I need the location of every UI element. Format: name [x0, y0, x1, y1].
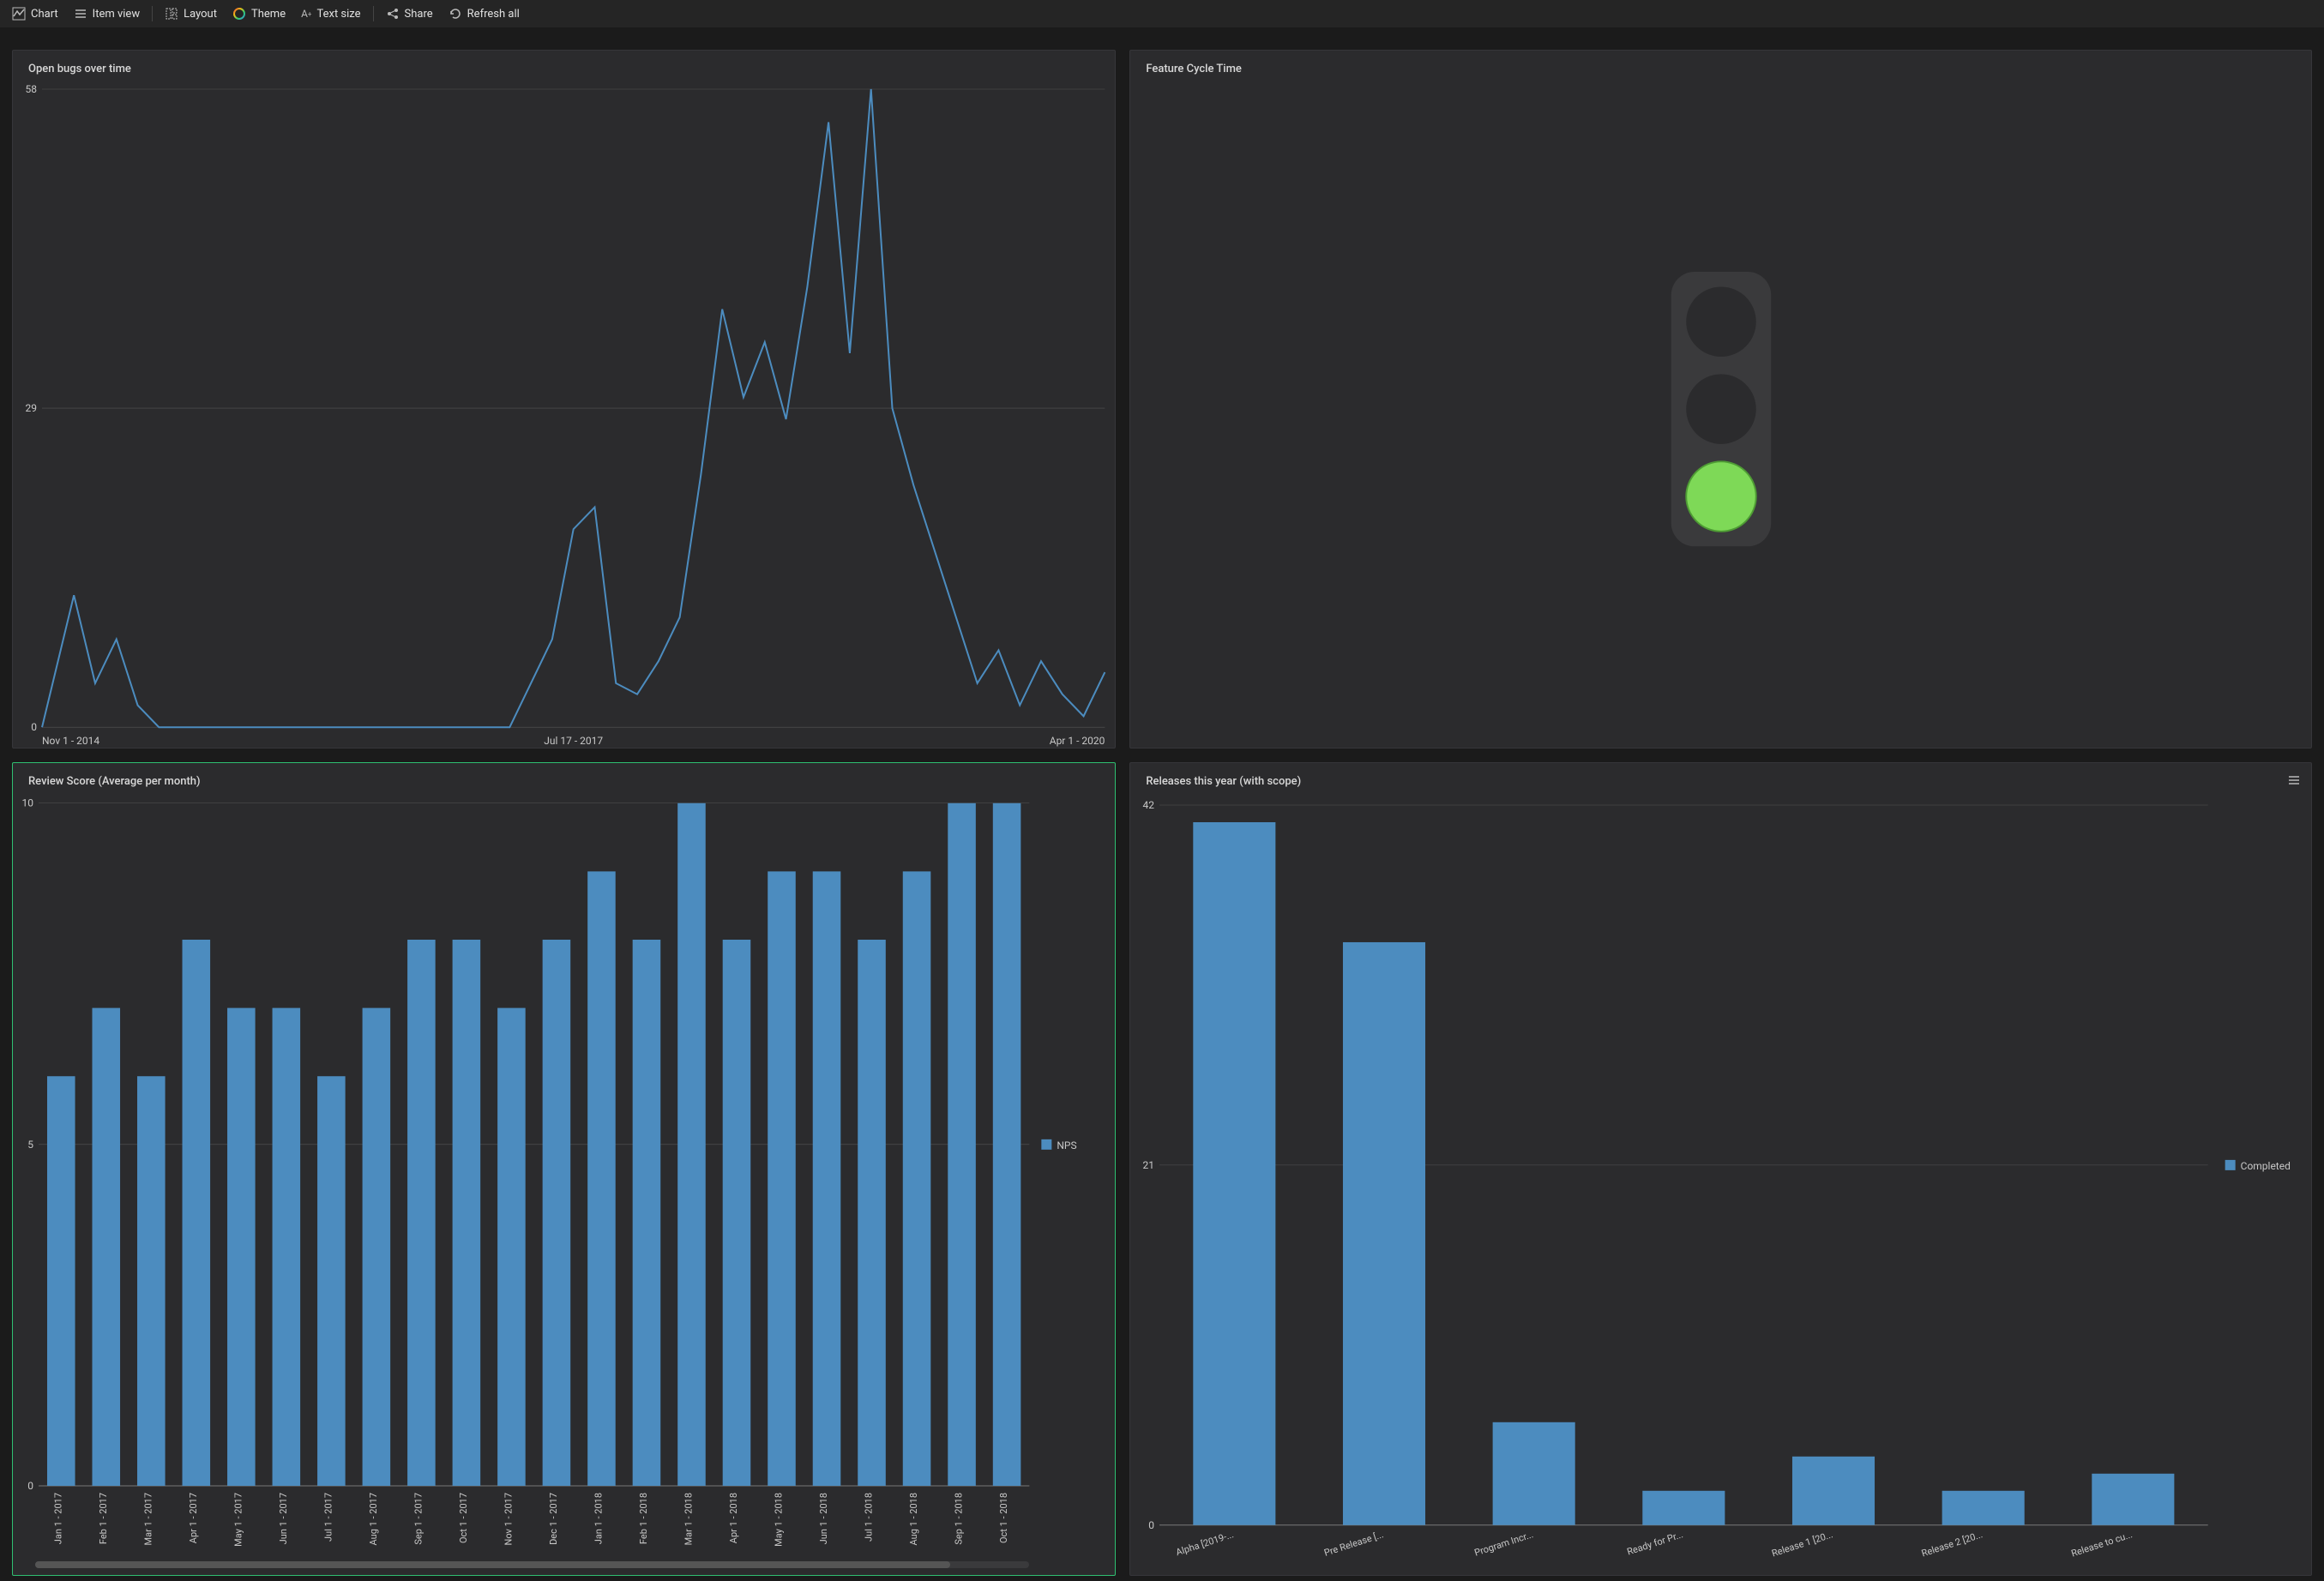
svg-text:Release to cu...: Release to cu... — [2070, 1529, 2134, 1559]
svg-text:Dec 1 - 2017: Dec 1 - 2017 — [548, 1493, 559, 1545]
svg-text:0: 0 — [27, 1480, 33, 1492]
share-icon — [386, 7, 400, 21]
theme-button[interactable]: Theme — [226, 4, 292, 23]
svg-text:Jul 1 - 2017: Jul 1 - 2017 — [322, 1493, 334, 1542]
svg-text:Alpha [2019-...: Alpha [2019-... — [1175, 1529, 1236, 1558]
item-view-button[interactable]: Item view — [67, 4, 147, 23]
svg-text:May 1 - 2018: May 1 - 2018 — [774, 1493, 785, 1547]
panel-body — [1130, 79, 2311, 748]
bar-chart: 0 21 42 Alpha [2019-... Pre Release [... Prog… — [1130, 791, 2311, 1575]
share-label: Share — [405, 8, 433, 21]
item-view-label: Item view — [93, 8, 140, 21]
svg-text:Jun 1 - 2017: Jun 1 - 2017 — [278, 1493, 289, 1544]
refresh-icon — [449, 7, 462, 21]
svg-text:58: 58 — [26, 83, 38, 95]
svg-text:May 1 - 2017: May 1 - 2017 — [232, 1493, 244, 1547]
svg-text:10: 10 — [22, 797, 34, 809]
list-icon — [74, 7, 87, 21]
refresh-all-label: Refresh all — [467, 8, 520, 21]
svg-text:29: 29 — [26, 402, 38, 414]
svg-text:Jan 1 - 2018: Jan 1 - 2018 — [593, 1493, 604, 1544]
svg-text:Pre Release [...: Pre Release [... — [1323, 1529, 1385, 1559]
panel-title: Feature Cycle Time — [1130, 51, 2311, 79]
svg-text:Sep 1 - 2018: Sep 1 - 2018 — [954, 1493, 965, 1545]
panel-feature-cycle[interactable]: Feature Cycle Time — [1129, 50, 2312, 748]
separator — [373, 6, 374, 21]
svg-text:Apr 1 - 2017: Apr 1 - 2017 — [188, 1493, 199, 1543]
svg-text:Jul 17 - 2017: Jul 17 - 2017 — [544, 735, 603, 747]
panel-review-score[interactable]: Review Score (Average per month) 0 5 10 Jan… — [12, 762, 1116, 1576]
text-size-icon: A+ — [301, 7, 311, 21]
layout-icon — [165, 7, 178, 21]
panel-body: 0 5 10 Jan 1 - 2017 Feb 1 - 2017 Mar 1 - 2017… — [13, 791, 1115, 1575]
panel-body: 0 21 42 Alpha [2019-... Pre Release [... Prog… — [1130, 791, 2311, 1575]
svg-text:Program Incr...: Program Incr... — [1473, 1529, 1535, 1558]
text-size-label: Text size — [316, 8, 360, 21]
svg-text:0: 0 — [1149, 1519, 1155, 1531]
svg-text:Jan 1 - 2017: Jan 1 - 2017 — [52, 1493, 63, 1544]
hamburger-icon — [2287, 773, 2301, 787]
horizontal-scrollbar[interactable] — [35, 1561, 1029, 1568]
svg-text:Jul 1 - 2018: Jul 1 - 2018 — [864, 1493, 875, 1542]
svg-text:Apr 1 - 2020: Apr 1 - 2020 — [1050, 735, 1105, 747]
svg-text:Release 2 [20...: Release 2 [20... — [1920, 1529, 1984, 1559]
line-chart: 0 29 58 Nov 1 - 2014 Jul 17 - 2017 Apr 1 - 20… — [13, 79, 1115, 751]
refresh-all-button[interactable]: Refresh all — [442, 4, 527, 23]
panel-title: Review Score (Average per month) — [13, 763, 1115, 791]
svg-text:Feb 1 - 2017: Feb 1 - 2017 — [98, 1493, 109, 1544]
theme-label: Theme — [251, 8, 286, 21]
scrollbar-thumb[interactable] — [35, 1561, 950, 1568]
text-size-button[interactable]: A+ Text size — [294, 4, 367, 23]
chart-label: Chart — [31, 8, 58, 21]
layout-button[interactable]: Layout — [158, 4, 224, 23]
panel-releases[interactable]: Releases this year (with scope) 0 21 42 Alp… — [1129, 762, 2312, 1576]
panel-title: Releases this year (with scope) — [1130, 763, 2311, 791]
separator — [152, 6, 153, 21]
svg-text:0: 0 — [31, 721, 37, 733]
svg-text:Sep 1 - 2017: Sep 1 - 2017 — [412, 1493, 424, 1545]
svg-text:Ready for Pr...: Ready for Pr... — [1626, 1529, 1685, 1557]
svg-text:21: 21 — [1143, 1159, 1154, 1171]
svg-text:Jun 1 - 2018: Jun 1 - 2018 — [818, 1493, 829, 1544]
panel-body: 0 29 58 Nov 1 - 2014 Jul 17 - 2017 Apr 1 - 20… — [13, 79, 1115, 751]
layout-label: Layout — [184, 8, 217, 21]
panel-open-bugs[interactable]: Open bugs over time 0 29 58 Nov 1 - 2014 Jul… — [12, 50, 1116, 748]
svg-text:Nov 1 - 2014: Nov 1 - 2014 — [42, 735, 99, 747]
svg-text:Oct 1 - 2017: Oct 1 - 2017 — [458, 1493, 469, 1543]
dashboard-grid: Open bugs over time 0 29 58 Nov 1 - 2014 Jul… — [12, 50, 2312, 1569]
traffic-light-icon — [1661, 272, 1781, 555]
svg-text:Nov 1 - 2017: Nov 1 - 2017 — [503, 1493, 514, 1546]
svg-text:42: 42 — [1143, 799, 1155, 811]
svg-text:Oct 1 - 2018: Oct 1 - 2018 — [998, 1493, 1009, 1543]
chart-icon — [12, 7, 26, 21]
svg-text:5: 5 — [27, 1139, 33, 1151]
theme-icon — [232, 7, 246, 21]
share-button[interactable]: Share — [379, 4, 440, 23]
svg-text:Mar 1 - 2018: Mar 1 - 2018 — [683, 1493, 694, 1545]
toolbar: Chart Item view Layout Theme A+ Text siz… — [0, 0, 2324, 27]
svg-text:Aug 1 - 2017: Aug 1 - 2017 — [368, 1493, 379, 1546]
svg-text:Completed: Completed — [2241, 1160, 2291, 1172]
svg-text:Release 1 [20...: Release 1 [20... — [1771, 1529, 1835, 1559]
panel-title: Open bugs over time — [13, 51, 1115, 79]
svg-text:Feb 1 - 2018: Feb 1 - 2018 — [638, 1493, 649, 1544]
chart-button[interactable]: Chart — [5, 4, 65, 23]
svg-text:Mar 1 - 2017: Mar 1 - 2017 — [142, 1493, 154, 1545]
bar-chart: 0 5 10 Jan 1 - 2017 Feb 1 - 2017 Mar 1 - 2017… — [13, 791, 1115, 1575]
svg-text:Aug 1 - 2018: Aug 1 - 2018 — [908, 1493, 919, 1546]
svg-text:Apr 1 - 2018: Apr 1 - 2018 — [728, 1493, 739, 1543]
panel-menu-button[interactable] — [2285, 772, 2303, 789]
svg-text:NPS: NPS — [1057, 1139, 1076, 1151]
